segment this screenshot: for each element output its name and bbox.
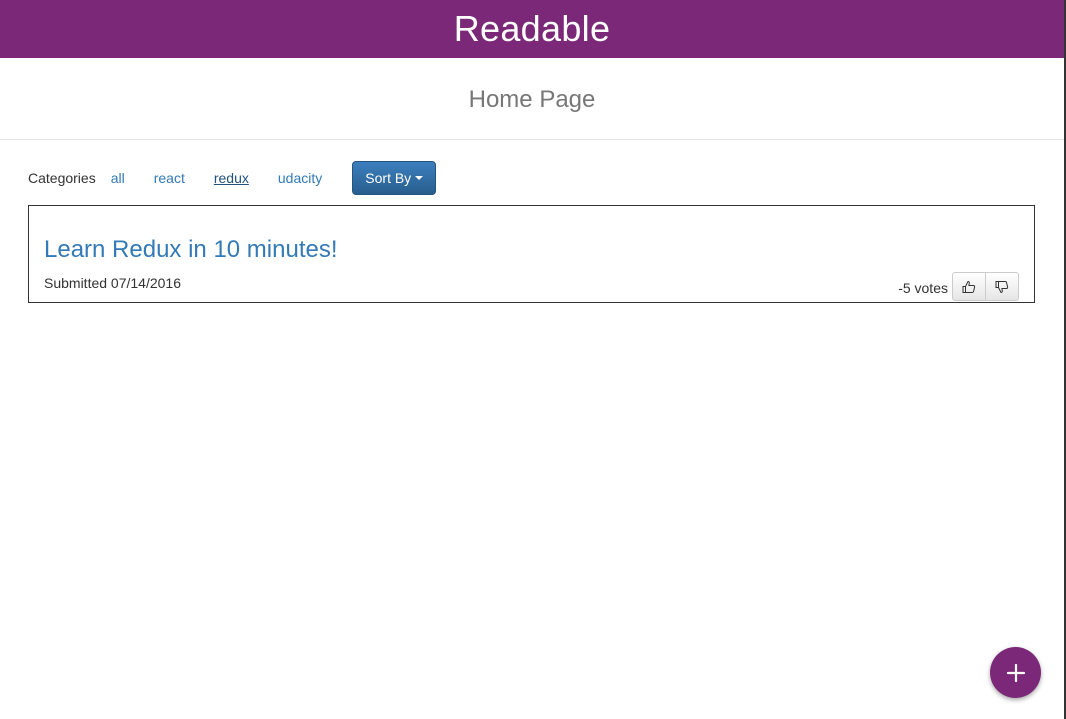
page: Readable Home Page Categories all react … [0,0,1066,719]
sort-by-button[interactable]: Sort By [352,161,437,195]
thumbs-up-icon [962,280,976,293]
category-link-udacity[interactable]: udacity [278,170,322,186]
post-submitted-date: Submitted 07/14/2016 [44,275,181,291]
vote-count: -5 votes [898,279,948,296]
vote-controls: -5 votes [898,272,1019,301]
category-link-react[interactable]: react [154,170,185,186]
page-title-bar: Home Page [0,58,1064,140]
plus-icon [1006,663,1025,682]
category-toolbar: Categories all react redux udacity Sort … [28,161,437,195]
category-link-redux[interactable]: redux [214,170,249,186]
category-link-all[interactable]: all [111,170,125,186]
categories-label: Categories [28,170,96,186]
thumbs-down-icon [995,280,1009,293]
post-title-link[interactable]: Learn Redux in 10 minutes! [44,236,338,264]
post-card: Learn Redux in 10 minutes! Submitted 07/… [28,205,1035,303]
app-title: Readable [453,8,611,49]
vote-button-group [952,272,1019,301]
sort-by-label: Sort By [365,170,412,186]
caret-down-icon [415,176,424,180]
downvote-button[interactable] [986,272,1019,301]
page-title: Home Page [468,85,596,113]
add-post-button[interactable] [990,647,1041,698]
app-header: Readable [0,0,1064,58]
upvote-button[interactable] [952,272,986,301]
